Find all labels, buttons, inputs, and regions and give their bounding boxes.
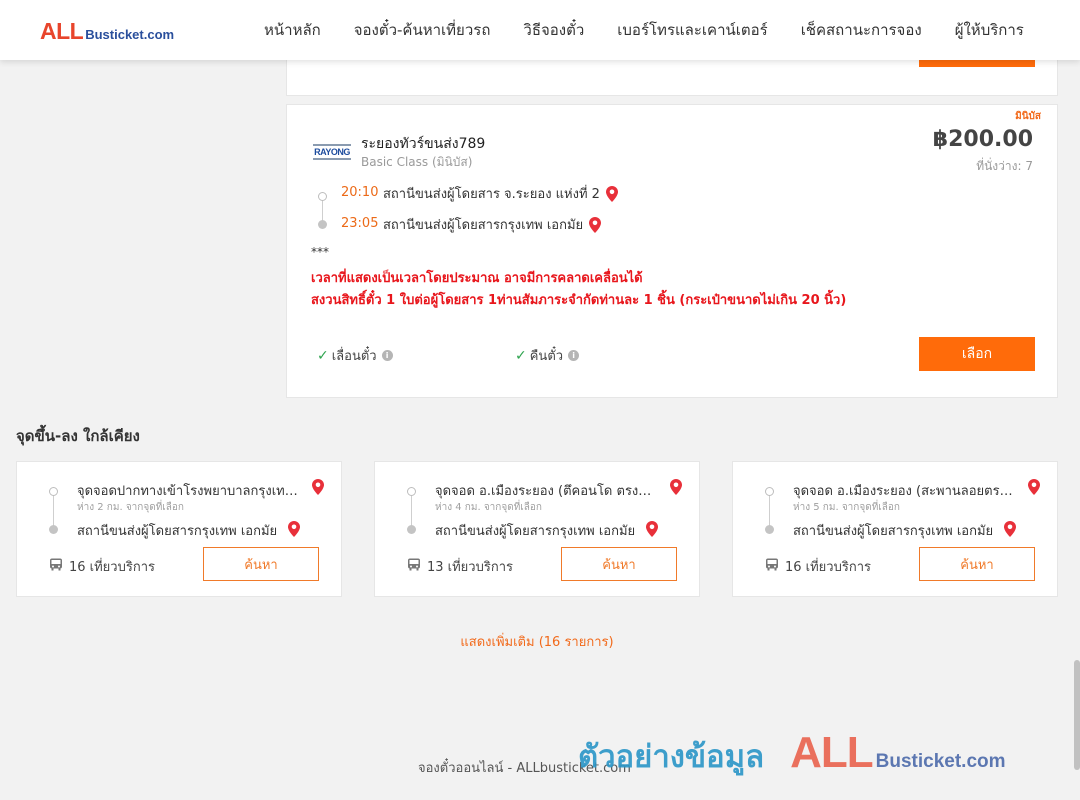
site-logo[interactable]: ALL Busticket.com [40,18,174,45]
footer-text: จองตั๋วออนไลน์ - ALLbusticket.com [418,761,631,776]
policy-refund: ✓ คืนตั๋ว i [515,345,580,366]
location-pin-icon[interactable] [645,520,659,538]
route-timeline-line [53,494,54,528]
route-timeline-line [411,494,412,528]
bus-icon [50,558,62,571]
route-timeline-line [769,494,770,528]
notice-time-estimate: เวลาที่แสดงเป็นเวลาโดยประมาณ อาจมีการคลา… [311,271,643,286]
site-header: ALL Busticket.com หน้าหลัก จองตั๋ว-ค้นหา… [0,0,1080,60]
watermark-logo-all: ALL [790,728,874,777]
trip-price: ฿200.00 [932,127,1033,152]
bus-icon [766,558,778,571]
nav-check-booking[interactable]: เช็คสถานะการจอง [801,18,922,42]
nav-how-to-book[interactable]: วิธีจองตั๋ว [523,18,584,42]
nearby-search-button[interactable]: ค้นหา [561,547,677,581]
show-more-link[interactable]: แสดงเพิ่มเติม (16 รายการ) [0,631,1074,652]
location-pin-icon[interactable] [1003,520,1017,538]
location-pin-icon[interactable] [1027,478,1041,496]
nearby-trip-count: 16 เที่ยวบริการ [69,560,155,575]
info-icon[interactable]: i [381,350,393,361]
nav-book-search[interactable]: จองตั๋ว-ค้นหาเที่ยวรถ [354,18,491,42]
info-icon[interactable]: i [568,350,580,361]
departure-dot [318,192,327,201]
nearby-trip-count: 16 เที่ยวบริการ [785,560,871,575]
nearby-destination: สถานีขนส่งผู้โดยสารกรุงเทพ เอกมัย [793,524,994,539]
bus-icon [408,558,420,571]
select-trip-button[interactable]: เลือก [919,337,1035,371]
watermark: ตัวอย่างข้อมูล ALL Busticket.com [578,728,1006,781]
destination-dot [407,525,416,534]
trip-card: มินิบัส RAYONG ระยองทัวร์ขนส่ง789 Basic … [286,104,1058,398]
location-pin-icon[interactable] [311,478,325,496]
watermark-logo-rest: Busticket.com [875,751,1006,772]
departure-station: สถานีขนส่งผู้โดยสาร จ.ระยอง แห่งที่ 2 [383,183,619,204]
nearby-card: จุดจอดปากทางเข้าโรงพยาบาลกรุงเทพ ระยอง ห… [16,461,342,597]
nav-contacts-counters[interactable]: เบอร์โทรและเคาน์เตอร์ [617,18,767,42]
logo-rest: Busticket.com [85,27,175,42]
nav-operators[interactable]: ผู้ให้บริการ [955,18,1024,42]
origin-dot [407,487,416,496]
location-pin-icon[interactable] [588,216,602,234]
nearby-section-title: จุดขึ้น-ลง ใกล้เคียง [16,427,140,445]
nearby-destination: สถานีขนส่งผู้โดยสารกรุงเทพ เอกมัย [77,524,278,539]
nearby-origin: จุดจอดปากทางเข้าโรงพยาบาลกรุงเทพ ระยอง [77,484,301,499]
destination-dot [765,525,774,534]
destination-dot [49,525,58,534]
bus-class: Basic Class (มินิบัส) [361,155,473,169]
operator-logo: RAYONG [313,144,351,160]
nearby-card: จุดจอด อ.เมืองระยอง (ตึคอนโด ตรงข้ามห้าง… [374,461,700,597]
notice-stars: *** [311,245,329,259]
check-icon: ✓ [317,347,329,364]
policy-refund-label: คืนตั๋ว [529,349,564,364]
nearby-search-button[interactable]: ค้นหา [919,547,1035,581]
arrival-station-label: สถานีขนส่งผู้โดยสารกรุงเทพ เอกมัย [383,218,584,233]
seats-available: ที่นั่งว่าง: 7 [976,159,1033,173]
nav-home[interactable]: หน้าหลัก [264,18,321,42]
nearby-origin: จุดจอด อ.เมืองระยอง (สะพานลอยตรงข้าม) [793,484,1017,499]
nearby-destination: สถานีขนส่งผู้โดยสารกรุงเทพ เอกมัย [435,524,636,539]
location-pin-icon[interactable] [669,478,683,496]
policy-reschedule-label: เลื่อนตั๋ว [331,349,377,364]
arrival-time: 23:05 [341,216,379,231]
nearby-distance: ห่าง 2 กม. จากจุดที่เลือก [77,502,184,513]
nearby-distance: ห่าง 5 กม. จากจุดที่เลือก [793,502,900,513]
nearby-origin: จุดจอด อ.เมืองระยอง (ตึคอนโด ตรงข้ามห้าง… [435,484,659,499]
vehicle-type-tag: มินิบัส [1015,111,1041,122]
origin-dot [765,487,774,496]
main-nav: หน้าหลัก จองตั๋ว-ค้นหาเที่ยวรถ วิธีจองตั… [264,0,1057,60]
operator-name: ระยองทัวร์ขนส่ง789 [361,136,486,152]
arrival-dot [318,220,327,229]
nearby-distance: ห่าง 4 กม. จากจุดที่เลือก [435,502,542,513]
policy-reschedule: ✓ เลื่อนตั๋ว i [317,345,393,366]
scrollbar-thumb[interactable] [1074,660,1080,770]
check-icon: ✓ [515,347,527,364]
notice-luggage: สงวนสิทธิ์ตั๋ว 1 ใบต่อผู้โดยสาร 1ท่านสัม… [311,293,847,308]
departure-station-label: สถานีขนส่งผู้โดยสาร จ.ระยอง แห่งที่ 2 [383,187,600,202]
operator-logo-text: RAYONG [314,147,350,157]
origin-dot [49,487,58,496]
nearby-trip-count: 13 เที่ยวบริการ [427,560,513,575]
nearby-search-button[interactable]: ค้นหา [203,547,319,581]
arrival-station: สถานีขนส่งผู้โดยสารกรุงเทพ เอกมัย [383,214,602,235]
location-pin-icon[interactable] [605,185,619,203]
logo-all: ALL [40,18,84,44]
location-pin-icon[interactable] [287,520,301,538]
nearby-card: จุดจอด อ.เมืองระยอง (สะพานลอยตรงข้าม) ห่… [732,461,1058,597]
departure-time: 20:10 [341,185,379,200]
